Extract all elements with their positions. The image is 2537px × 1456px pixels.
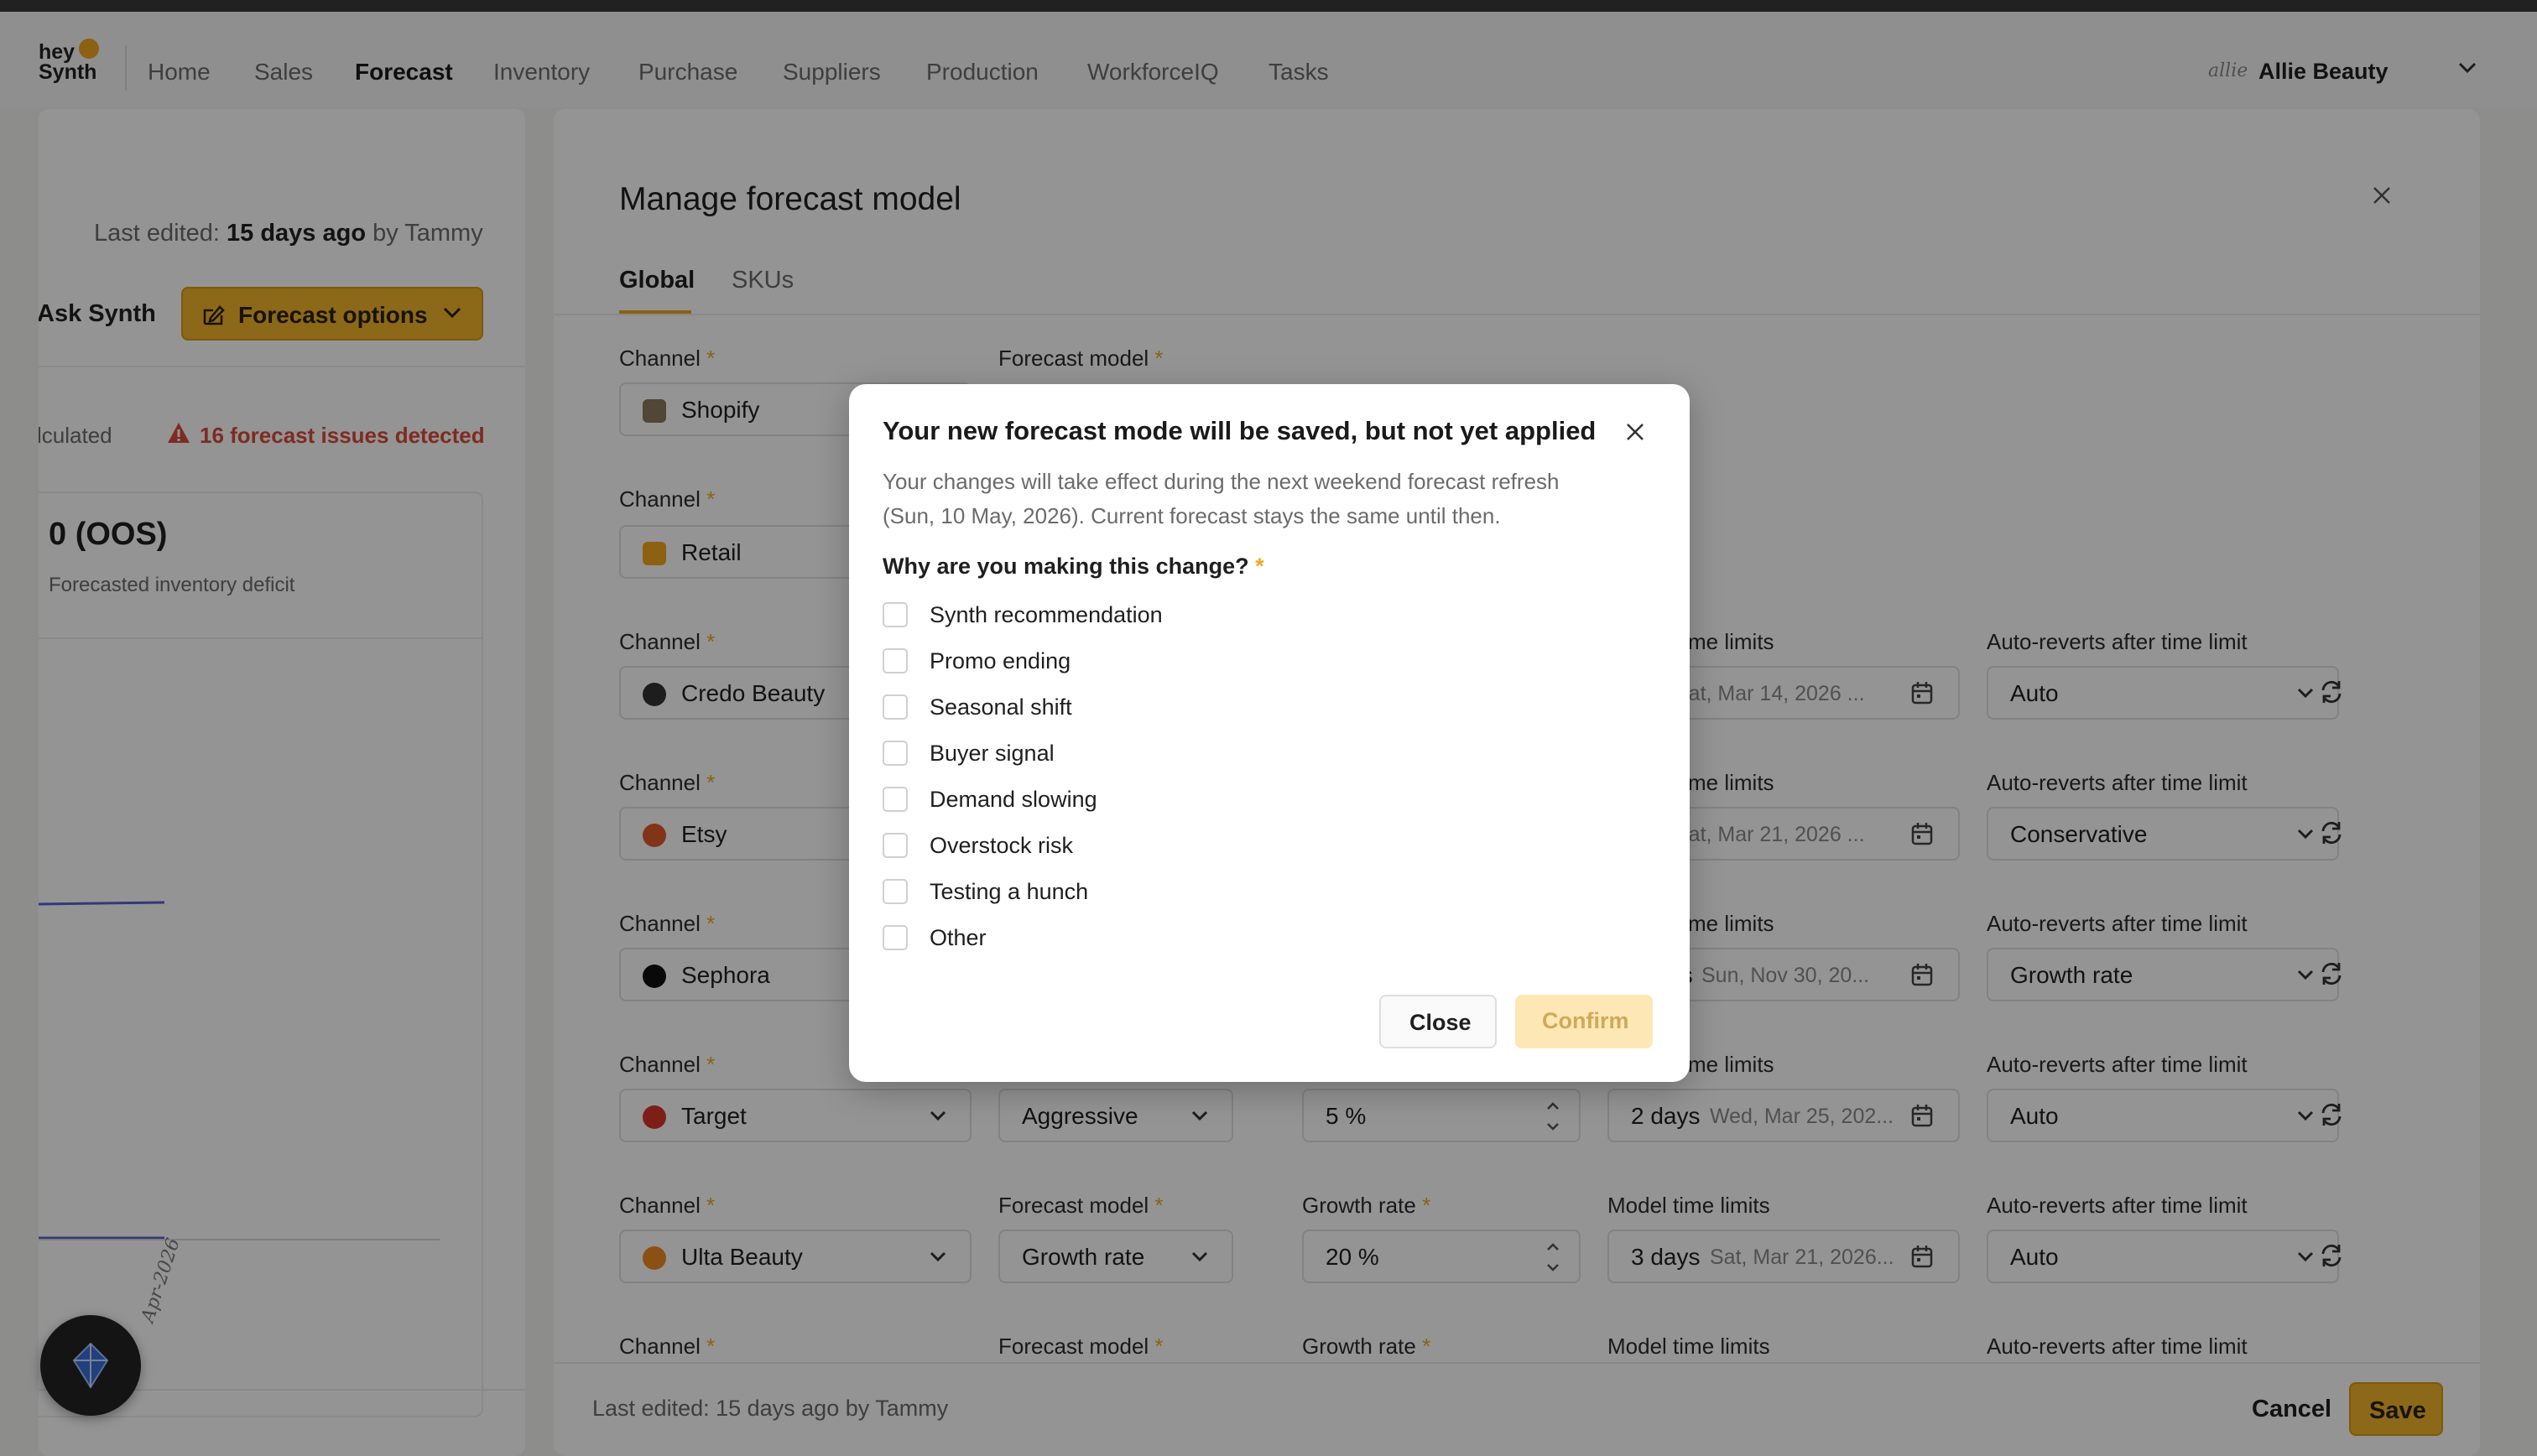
- reason-question: Why are you making this change? *: [883, 554, 1264, 579]
- checkbox[interactable]: [883, 787, 908, 812]
- checkbox[interactable]: [883, 879, 908, 904]
- dialog-body-line: (Sun, 10 May, 2026). Current forecast st…: [883, 503, 1501, 528]
- checkbox[interactable]: [883, 925, 908, 950]
- dialog-confirm-button[interactable]: Confirm: [1515, 995, 1653, 1048]
- checkbox[interactable]: [883, 602, 908, 627]
- dialog-body-line: Your changes will take effect during the…: [883, 469, 1560, 494]
- checkbox[interactable]: [883, 648, 908, 673]
- dialog-close-button[interactable]: Close: [1379, 995, 1497, 1048]
- checkbox[interactable]: [883, 833, 908, 858]
- dialog-title: Your new forecast mode will be saved, bu…: [883, 416, 1597, 445]
- close-icon[interactable]: [1626, 423, 1644, 441]
- checkbox[interactable]: [883, 741, 908, 766]
- checkbox[interactable]: [883, 694, 908, 720]
- dialog-body: Your changes will take effect during the…: [883, 465, 1638, 533]
- confirm-change-dialog: Your new forecast mode will be saved, bu…: [849, 384, 1690, 1082]
